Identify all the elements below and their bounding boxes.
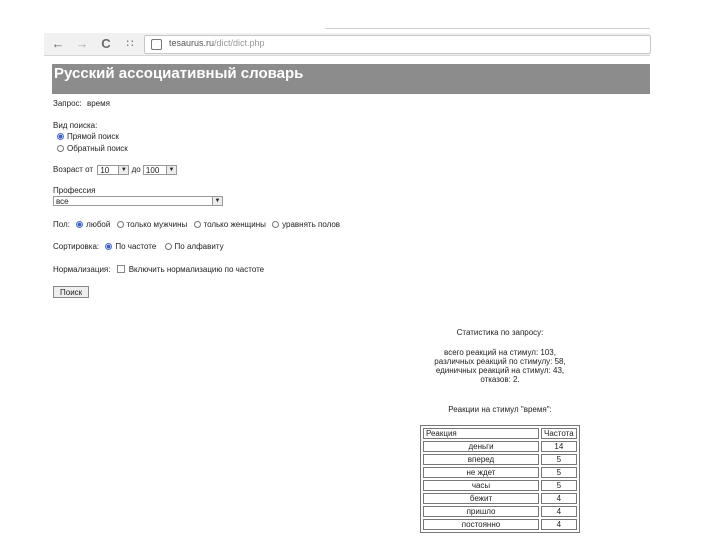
table-row: пришло 4: [423, 506, 577, 517]
frequency-cell: 4: [541, 506, 577, 517]
address-bar[interactable]: tesaurus.ru/dict/dict.php: [144, 35, 651, 54]
response-cell: пришло: [423, 506, 539, 517]
age-row: Возраст от 10 ▼ до 100 ▼: [53, 165, 177, 175]
query-label: Запрос:: [53, 99, 82, 108]
page-title: Русский ассоциативный словарь: [52, 64, 650, 94]
forward-arrow-icon[interactable]: →: [74, 36, 90, 52]
radio-gender-men[interactable]: [116, 221, 124, 228]
gender-label: Пол:: [53, 220, 70, 229]
frequency-cell: 5: [541, 480, 577, 491]
query-input[interactable]: время: [87, 99, 110, 109]
chevron-down-icon: ▼: [212, 197, 222, 205]
table-row: вперед 5: [423, 454, 577, 465]
normalization-row: Нормализация: Включить нормализацию по ч…: [53, 265, 264, 275]
normalization-checkbox[interactable]: [116, 265, 125, 273]
gender-row: Пол: любой только мужчины только женщины…: [53, 220, 340, 230]
radio-gender-any[interactable]: [76, 221, 84, 228]
response-cell: вперед: [423, 454, 539, 465]
chevron-down-icon: ▼: [118, 166, 129, 174]
sorting-row: Сортировка: По частоте По алфавиту: [53, 242, 224, 252]
profession-label: Профессия: [53, 186, 96, 195]
stats-line: всего реакций на стимул: 103,: [444, 348, 556, 357]
back-arrow-icon[interactable]: ←: [50, 36, 66, 52]
age-from-select[interactable]: 10 ▼: [97, 165, 130, 175]
query-row: Запрос: время: [53, 99, 110, 109]
age-from-label: Возраст от: [53, 165, 94, 175]
table-row: бежит 4: [423, 493, 577, 504]
stats-line: различных реакций по стимулу: 58,: [434, 357, 566, 366]
response-cell: не ждет: [423, 467, 539, 478]
search-type-label: Вид поиска:: [53, 121, 98, 130]
radio-reverse[interactable]: [57, 145, 64, 152]
radio-direct-label: Прямой поиск: [67, 132, 119, 141]
profession-select[interactable]: все ▼: [53, 196, 223, 206]
apps-icon[interactable]: ∷: [122, 36, 138, 52]
sort-frequency-label: По частоте: [115, 242, 157, 251]
radio-sort-frequency[interactable]: [105, 243, 113, 250]
gender-equal-label: уравнять полов: [282, 220, 341, 229]
normalization-label: Нормализация:: [53, 265, 111, 274]
normalization-checkbox-label: Включить нормализацию по частоте: [128, 265, 265, 274]
stats-line: отказов: 2.: [480, 375, 520, 384]
gender-men-label: только мужчины: [126, 220, 188, 229]
response-cell: часы: [423, 480, 539, 491]
column-header-frequency[interactable]: Частота: [541, 428, 577, 439]
radio-gender-women[interactable]: [193, 221, 201, 228]
search-button[interactable]: Поиск: [53, 286, 90, 298]
search-type-reverse[interactable]: Обратный поиск: [57, 144, 128, 154]
table-row: часы 5: [423, 480, 577, 491]
frequency-cell: 5: [541, 454, 577, 465]
reload-icon[interactable]: C: [98, 36, 114, 52]
top-divider: [325, 28, 650, 29]
frequency-cell: 4: [541, 519, 577, 530]
stats-title: Статистика по запросу:: [456, 328, 544, 337]
age-to-select[interactable]: 100 ▼: [142, 165, 177, 175]
frequency-cell: 5: [541, 467, 577, 478]
column-header-response[interactable]: Реакция: [423, 428, 539, 439]
browser-toolbar: ← → C ∷ tesaurus.ru/dict/dict.php: [44, 33, 651, 56]
response-cell: деньги: [423, 441, 539, 452]
table-header-row: Реакция Частота: [423, 428, 577, 439]
radio-sort-alphabet[interactable]: [164, 243, 172, 250]
radio-direct[interactable]: [57, 133, 64, 140]
chevron-down-icon: ▼: [165, 166, 176, 174]
table-row: постоянно 4: [423, 519, 577, 530]
response-cell: бежит: [423, 493, 539, 504]
stats-line: единичных реакций на стимул: 43,: [435, 366, 565, 375]
response-cell: постоянно: [423, 519, 539, 530]
radio-gender-equal[interactable]: [272, 221, 280, 228]
responses-title: Реакции на стимул "время":: [448, 405, 552, 414]
frequency-cell: 14: [541, 441, 577, 452]
gender-women-label: только женщины: [203, 220, 266, 229]
frequency-cell: 4: [541, 493, 577, 504]
table-row: деньги 14: [423, 441, 577, 452]
sorting-label: Сортировка:: [53, 242, 100, 251]
gender-any-label: любой: [86, 220, 111, 229]
sort-alphabet-label: По алфавиту: [174, 242, 224, 251]
responses-table: Реакция Частота деньги 14 вперед 5 не ждет…: [420, 425, 580, 533]
age-to-label: до: [131, 165, 141, 175]
table-row: не ждет 5: [423, 467, 577, 478]
search-type-direct[interactable]: Прямой поиск: [57, 132, 119, 142]
page-info-icon[interactable]: [151, 39, 162, 50]
url-text: tesaurus.ru/dict/dict.php: [169, 38, 265, 48]
radio-reverse-label: Обратный поиск: [67, 144, 128, 153]
profession-row: все ▼: [53, 196, 223, 206]
